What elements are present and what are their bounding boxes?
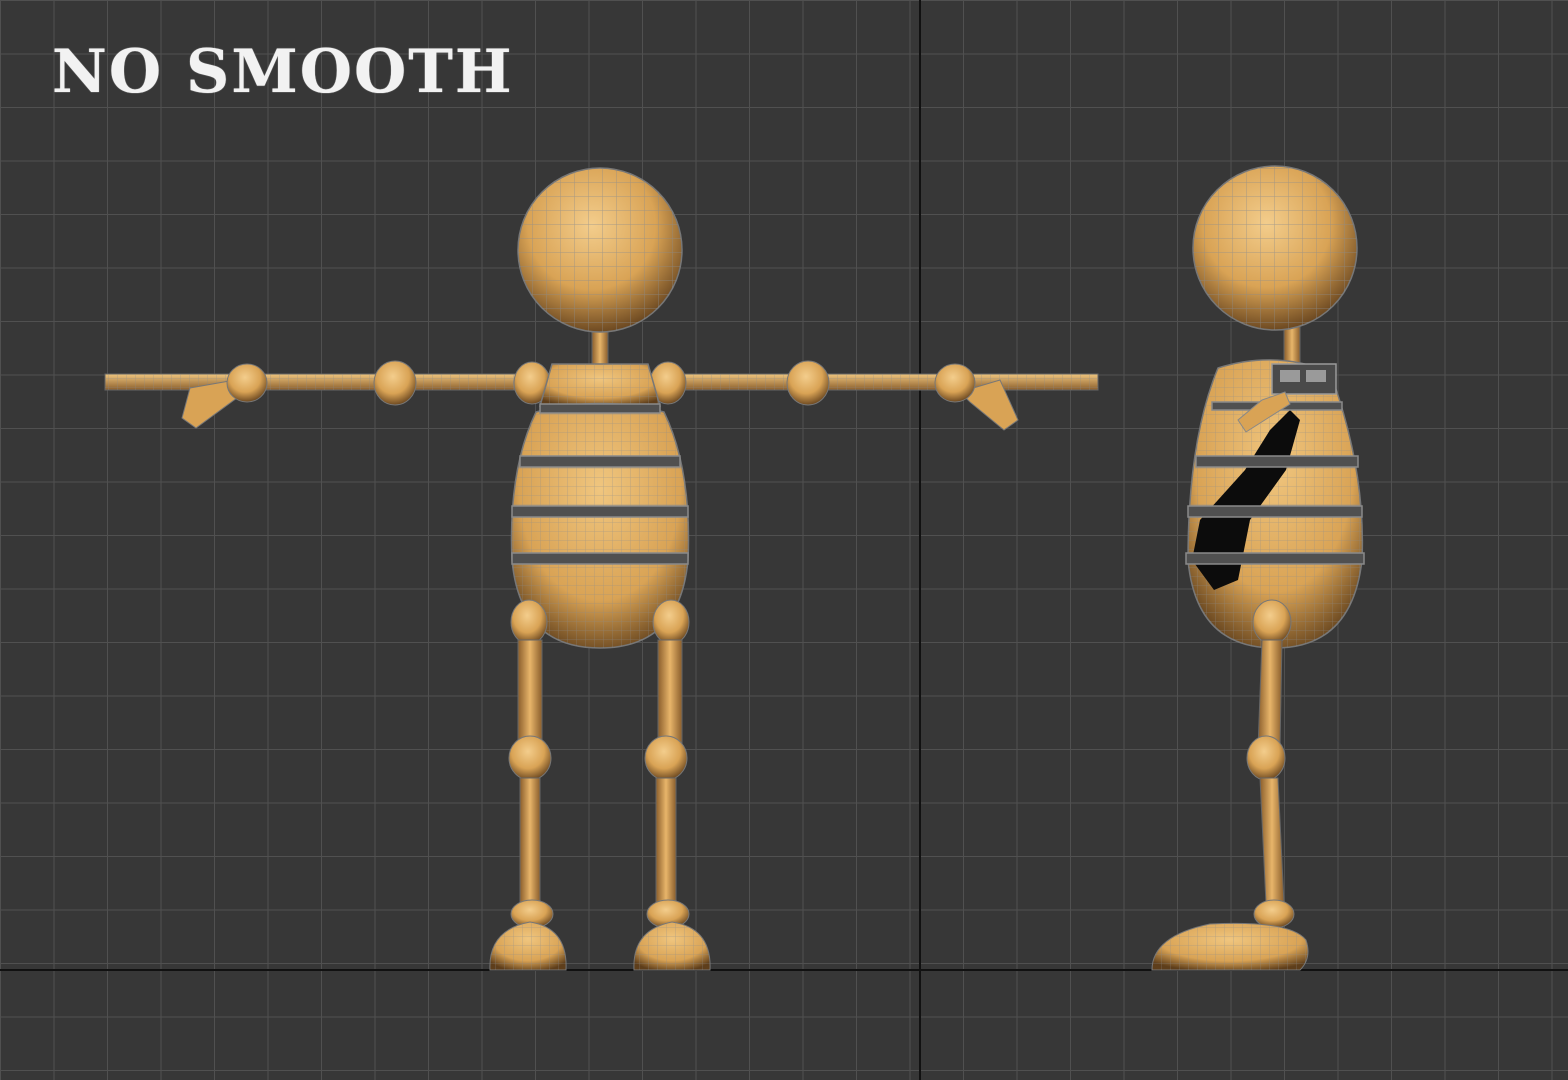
front-right-arm [649, 360, 1099, 431]
front-head [517, 167, 683, 333]
front-left-leg [489, 599, 567, 971]
front-right-leg [633, 599, 711, 971]
character-models [104, 165, 1365, 971]
side-leg [1151, 599, 1309, 971]
front-left-arm [104, 360, 551, 429]
side-view-model[interactable] [1151, 165, 1365, 971]
side-head [1192, 165, 1358, 331]
front-view-model[interactable] [104, 167, 1099, 971]
viewport-3d[interactable]: NO SMOOTH [0, 0, 1568, 1080]
